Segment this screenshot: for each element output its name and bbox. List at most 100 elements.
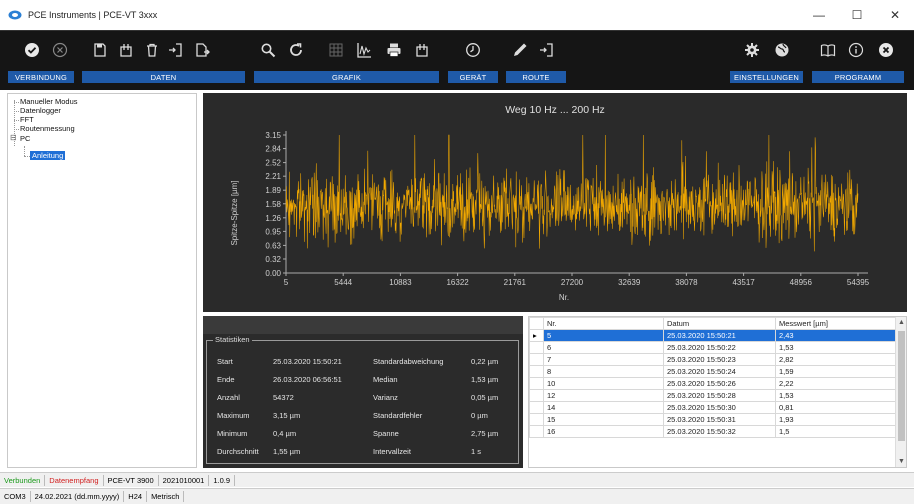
row-header-cell[interactable] <box>529 353 544 366</box>
tree-item-anleitung[interactable]: Anleitung <box>30 151 66 160</box>
column-header-datum[interactable]: Datum <box>663 317 776 330</box>
table-row[interactable]: 8 25.03.2020 15:50:24 1,59 <box>529 365 896 378</box>
row-header-cell[interactable] <box>529 413 544 426</box>
stat-label: Durchschnitt <box>217 447 259 456</box>
column-header-messwert[interactable]: Messwert [µm] <box>775 317 896 330</box>
settings-button[interactable] <box>742 40 762 60</box>
measurement-table[interactable]: Nr. Datum Messwert [µm] ▸ 5 25.03.2020 15:… <box>528 316 907 468</box>
row-header-cell[interactable] <box>529 341 544 354</box>
table-row[interactable]: 12 25.03.2020 15:50:28 1,53 <box>529 389 896 402</box>
chart-panel[interactable]: Weg 10 Hz ... 200 Hz Spitze-Spitze [µm] … <box>203 93 907 312</box>
tree-item-fft[interactable]: FFT <box>20 115 34 124</box>
scroll-down-icon[interactable]: ▼ <box>896 456 906 467</box>
disconnect-button[interactable] <box>50 40 70 60</box>
close-window-button[interactable]: ✕ <box>876 0 914 30</box>
cell-datum[interactable]: 25.03.2020 15:50:31 <box>663 413 776 426</box>
import-data-button[interactable] <box>166 40 186 60</box>
cell-nr[interactable]: 12 <box>543 389 664 402</box>
device-clock-button[interactable] <box>463 40 483 60</box>
export-chart-button[interactable] <box>412 40 432 60</box>
cell-datum[interactable]: 25.03.2020 15:50:28 <box>663 389 776 402</box>
cell-datum[interactable]: 25.03.2020 15:50:26 <box>663 377 776 390</box>
tree-item-datalogger[interactable]: Datenlogger <box>20 106 61 115</box>
table-row[interactable]: 15 25.03.2020 15:50:31 1,93 <box>529 413 896 426</box>
close-circle-icon <box>879 43 893 57</box>
cell-messwert[interactable]: 0,81 <box>775 401 896 414</box>
export-data-button[interactable] <box>116 40 136 60</box>
table-row[interactable]: 14 25.03.2020 15:50:30 0,81 <box>529 401 896 414</box>
table-row[interactable]: 10 25.03.2020 15:50:26 2,22 <box>529 377 896 390</box>
scrollbar-thumb[interactable] <box>898 331 905 441</box>
cell-datum[interactable]: 25.03.2020 15:50:21 <box>663 329 776 342</box>
cell-datum[interactable]: 25.03.2020 15:50:32 <box>663 425 776 438</box>
row-header-cell[interactable]: ▸ <box>529 329 544 342</box>
chart-y-tick-label: 1.58 <box>265 200 281 209</box>
stat-label: Spanne <box>373 429 399 438</box>
delete-data-button[interactable] <box>142 40 162 60</box>
export-icon <box>416 44 428 57</box>
chart-x-tick-label: 5444 <box>334 278 352 287</box>
cell-nr[interactable]: 5 <box>543 329 664 342</box>
table-row[interactable]: 7 25.03.2020 15:50:23 2,82 <box>529 353 896 366</box>
status-connected: Verbunden <box>0 474 46 486</box>
tree-expander-icon[interactable]: ⊟ <box>10 133 17 142</box>
table-row-header-corner <box>529 317 544 330</box>
table-row[interactable]: 16 25.03.2020 15:50:32 1,5 <box>529 425 896 438</box>
connect-button[interactable] <box>22 40 42 60</box>
cell-messwert[interactable]: 1,5 <box>775 425 896 438</box>
chart-icon <box>357 43 371 58</box>
table-row[interactable]: 6 25.03.2020 15:50:22 1,53 <box>529 341 896 354</box>
open-file-button[interactable] <box>192 40 212 60</box>
cell-datum[interactable]: 25.03.2020 15:50:22 <box>663 341 776 354</box>
table-scrollbar[interactable]: ▲ ▼ <box>895 317 906 467</box>
cell-messwert[interactable]: 2,82 <box>775 353 896 366</box>
row-header-cell[interactable] <box>529 377 544 390</box>
grid-button[interactable] <box>326 40 346 60</box>
cell-datum[interactable]: 25.03.2020 15:50:24 <box>663 365 776 378</box>
cell-nr[interactable]: 15 <box>543 413 664 426</box>
cell-datum[interactable]: 25.03.2020 15:50:23 <box>663 353 776 366</box>
cell-messwert[interactable]: 2,43 <box>775 329 896 342</box>
route-import-button[interactable] <box>537 40 557 60</box>
manual-button[interactable] <box>818 40 838 60</box>
zoom-button[interactable] <box>258 40 278 60</box>
tree-item-pc[interactable]: PC <box>20 134 30 143</box>
row-header-cell[interactable] <box>529 425 544 438</box>
printer-icon <box>387 43 401 57</box>
cell-nr[interactable]: 14 <box>543 401 664 414</box>
row-header-cell[interactable] <box>529 401 544 414</box>
status-clock: H24 <box>124 491 148 502</box>
cell-messwert[interactable]: 1,53 <box>775 389 896 402</box>
cell-messwert[interactable]: 1,53 <box>775 341 896 354</box>
chart-view-button[interactable] <box>354 40 374 60</box>
info-button[interactable] <box>846 40 866 60</box>
cell-datum[interactable]: 25.03.2020 15:50:30 <box>663 401 776 414</box>
route-edit-button[interactable] <box>510 40 530 60</box>
cell-messwert[interactable]: 2,22 <box>775 377 896 390</box>
cell-nr[interactable]: 10 <box>543 377 664 390</box>
minimize-button[interactable]: — <box>800 0 838 30</box>
cell-nr[interactable]: 7 <box>543 353 664 366</box>
toolbar: VERBINDUNG DATEN GRAFIK GERÄT ROUTE EINS… <box>0 30 914 90</box>
save-data-button[interactable] <box>90 40 110 60</box>
cell-nr[interactable]: 16 <box>543 425 664 438</box>
table-row[interactable]: ▸ 5 25.03.2020 15:50:21 2,43 <box>529 329 896 342</box>
statistics-group: Statistiken Start 25.03.2020 15:50:21 Stan… <box>206 335 519 464</box>
statistics-legend: Statistiken <box>213 335 252 344</box>
print-button[interactable] <box>384 40 404 60</box>
clock-icon <box>466 43 480 57</box>
cell-nr[interactable]: 6 <box>543 341 664 354</box>
tree-item-manual-mode[interactable]: Manueller Modus <box>20 97 78 106</box>
cell-nr[interactable]: 8 <box>543 365 664 378</box>
exit-program-button[interactable] <box>876 40 896 60</box>
maximize-button[interactable]: ☐ <box>838 0 876 30</box>
tree-item-route-measurement[interactable]: Routenmessung <box>20 124 75 133</box>
cell-messwert[interactable]: 1,93 <box>775 413 896 426</box>
cell-messwert[interactable]: 1,59 <box>775 365 896 378</box>
reset-zoom-button[interactable] <box>286 40 306 60</box>
row-header-cell[interactable] <box>529 389 544 402</box>
column-header-nr[interactable]: Nr. <box>543 317 664 330</box>
language-button[interactable] <box>772 40 792 60</box>
scroll-up-icon[interactable]: ▲ <box>896 317 906 328</box>
row-header-cell[interactable] <box>529 365 544 378</box>
